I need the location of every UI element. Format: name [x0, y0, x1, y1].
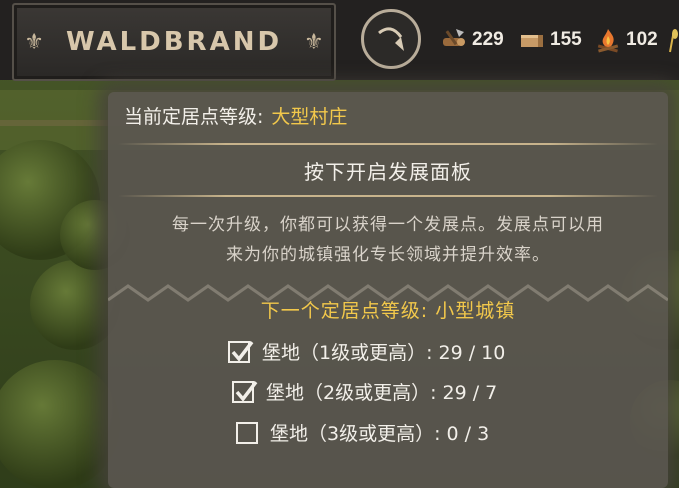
checkmark-icon — [231, 340, 254, 362]
divider — [118, 143, 658, 145]
description-line: 来为你的城镇强化专长领域并提升效率。 — [226, 245, 550, 265]
settlement-name: WALDBRAND — [65, 27, 283, 57]
current-level-value: 大型村庄 — [271, 106, 348, 128]
resource-fuel-value: 102 — [626, 29, 658, 50]
logs-axe-icon — [443, 29, 465, 46]
settlement-title-plate[interactable]: ⚜ WALDBRAND ⚜ — [12, 3, 336, 81]
current-settlement-level: 当前定居点等级: 大型村庄 — [124, 102, 347, 129]
campfire-icon — [597, 29, 619, 53]
requirement-label: 堡地（3级或更高）: 0 / 3 — [270, 423, 490, 445]
requirement-label: 堡地（2级或更高）: 29 / 7 — [266, 382, 498, 404]
requirement-checkbox — [228, 340, 254, 363]
requirement-checkbox — [232, 380, 258, 403]
curved-arrow-icon — [378, 27, 404, 51]
requirement-label: 堡地（1级或更高）: 29 / 10 — [262, 342, 506, 364]
open-development-panel-hint[interactable]: 按下开启发展面板 — [108, 156, 668, 185]
requirement-row: 堡地（1级或更高）: 29 / 10 — [228, 338, 505, 365]
resource-planks-value: 155 — [550, 29, 582, 50]
divider — [118, 195, 658, 197]
development-description: 每一次升级，你都可以获得一个发展点。发展点可以用 来为你的城镇强化专长领域并提升… — [108, 210, 668, 270]
settlement-tooltip-panel: 当前定居点等级: 大型村庄 按下开启发展面板 每一次升级，你都可以获得一个发展点。… — [108, 92, 668, 488]
resource-fuel[interactable]: 102 — [594, 26, 658, 54]
current-level-label: 当前定居点等级: — [124, 106, 264, 128]
next-settlement-level: 下一个定居点等级: 小型城镇 — [260, 300, 516, 322]
resource-planks[interactable]: 155 — [518, 26, 582, 54]
requirement-checkbox — [236, 421, 258, 444]
fleur-icon: ⚜ — [304, 29, 324, 55]
resource-logs-value: 229 — [472, 29, 504, 50]
description-line: 每一次升级，你都可以获得一个发展点。发展点可以用 — [172, 215, 604, 235]
cycle-dial-button[interactable] — [361, 9, 421, 69]
resource-logs[interactable]: 229 — [440, 26, 504, 54]
fleur-icon: ⚜ — [24, 29, 44, 55]
top-bar: ⚜ WALDBRAND ⚜ 229 155 102 — [0, 0, 679, 81]
planks-icon — [521, 35, 543, 47]
requirement-row: 堡地（3级或更高）: 0 / 3 — [236, 419, 489, 446]
requirement-row: 堡地（2级或更高）: 29 / 7 — [232, 378, 497, 405]
checkmark-icon — [235, 380, 258, 402]
wheat-icon — [669, 29, 678, 53]
